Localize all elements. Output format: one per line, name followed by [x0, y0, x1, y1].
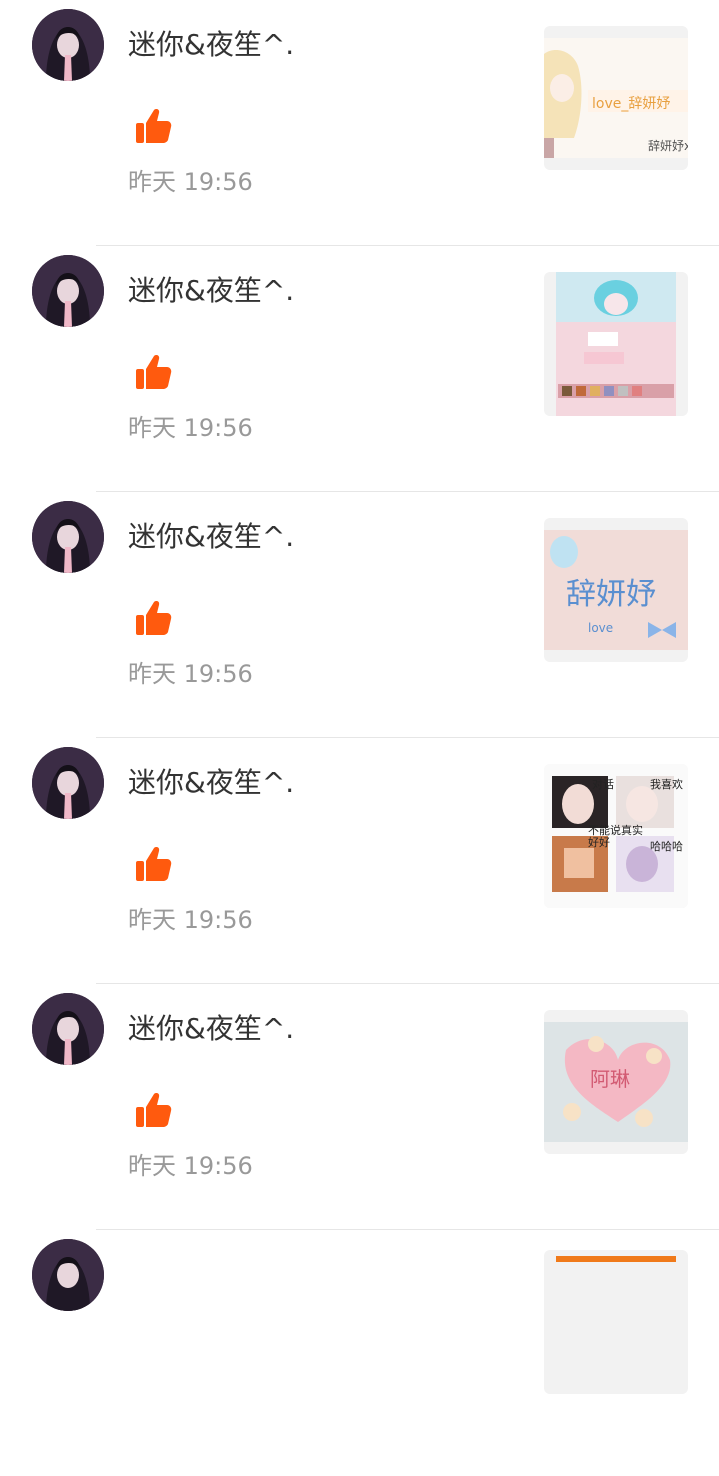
username[interactable]: 迷你&夜笙^. [128, 27, 294, 63]
list-item[interactable]: 迷你&夜笙^. 昨天 19:56 [0, 246, 719, 492]
list-item[interactable]: 迷你&夜笙^. 昨天 19:56 辞妍妤 love [0, 492, 719, 738]
avatar[interactable] [32, 993, 104, 1065]
list-item[interactable] [0, 1230, 719, 1476]
list-item[interactable]: 迷你&夜笙^. 昨天 19:56 对话 我喜欢 不能说真实 好好 哈哈哈 [0, 738, 719, 984]
post-thumbnail[interactable]: love_辞妍妤 辞妍妤x [544, 26, 688, 170]
thumbnail-caption: 辞妍妤 [566, 577, 656, 612]
avatar[interactable] [32, 255, 104, 327]
thumbnail-caption: 好好 [588, 835, 610, 849]
thumbnail-caption: 哈哈哈 [650, 840, 683, 853]
avatar[interactable] [32, 1239, 104, 1311]
avatar[interactable] [32, 747, 104, 819]
avatar[interactable] [32, 9, 104, 81]
thumbs-up-icon [134, 1090, 174, 1130]
timestamp: 昨天 19:56 [128, 660, 253, 688]
post-thumbnail[interactable] [544, 272, 688, 416]
avatar[interactable] [32, 501, 104, 573]
list-item[interactable]: 迷你&夜笙^. 昨天 19:56 阿琳 [0, 984, 719, 1230]
post-thumbnail[interactable]: 阿琳 [544, 1010, 688, 1154]
thumbnail-caption: love [588, 621, 613, 635]
post-thumbnail[interactable]: 对话 我喜欢 不能说真实 好好 哈哈哈 [544, 764, 688, 908]
timestamp: 昨天 19:56 [128, 168, 253, 196]
list-item[interactable]: 迷你&夜笙^. 昨天 19:56 love_辞妍妤 辞妍妤x [0, 0, 719, 246]
thumbnail-caption: 阿琳 [590, 1067, 630, 1091]
timestamp: 昨天 19:56 [128, 906, 253, 934]
username[interactable]: 迷你&夜笙^. [128, 1011, 294, 1047]
thumbnail-caption: 辞妍妤x [648, 138, 688, 153]
post-thumbnail[interactable]: 辞妍妤 love [544, 518, 688, 662]
thumbs-up-icon [134, 598, 174, 638]
thumbs-up-icon [134, 106, 174, 146]
thumbs-up-icon [134, 844, 174, 884]
thumbs-up-icon [134, 352, 174, 392]
username[interactable]: 迷你&夜笙^. [128, 273, 294, 309]
thumbnail-caption: 我喜欢 [650, 777, 683, 791]
username[interactable]: 迷你&夜笙^. [128, 765, 294, 801]
post-thumbnail[interactable] [544, 1250, 688, 1394]
thumbnail-caption: 不能说真实 [588, 823, 643, 837]
thumbnail-caption: love_辞妍妤 [592, 96, 670, 112]
timestamp: 昨天 19:56 [128, 1152, 253, 1180]
timestamp: 昨天 19:56 [128, 414, 253, 442]
thumbnail-caption: 对话 [592, 777, 614, 791]
username[interactable]: 迷你&夜笙^. [128, 519, 294, 555]
